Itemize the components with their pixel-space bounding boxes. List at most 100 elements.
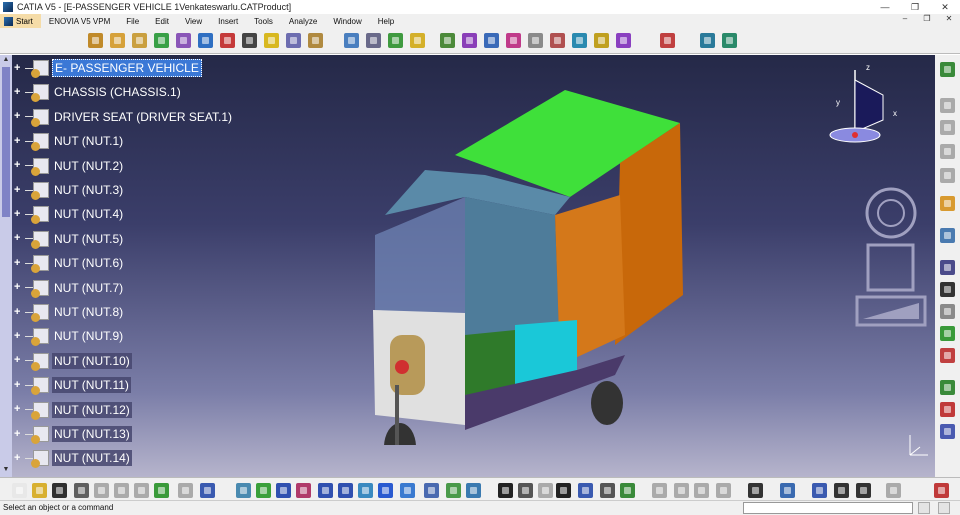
constraint-analysis-icon[interactable] [886,483,901,498]
tree-node[interactable]: + NUT (NUT.1) [14,131,125,152]
tree-node[interactable]: + NUT (NUT.13) [14,424,132,444]
e-rickshaw-model[interactable] [365,85,695,445]
coincidence-constraint-icon[interactable] [440,33,455,48]
measure-inertia-icon[interactable] [694,483,709,498]
bom-icon[interactable] [940,380,955,395]
tree-node[interactable]: + NUT (NUT.11) [14,375,131,396]
open-icon[interactable] [32,483,47,498]
zoom-out-icon[interactable] [338,483,353,498]
reuse-pattern-icon[interactable] [616,33,631,48]
tree-node[interactable]: + NUT (NUT.10) [14,351,132,371]
swap-space-icon[interactable] [466,483,481,498]
normal-view-icon[interactable] [358,483,373,498]
expand-icon[interactable]: + [14,306,23,317]
expand-icon[interactable]: + [14,208,23,219]
undo-icon[interactable] [154,483,169,498]
sectioning-icon[interactable] [834,483,849,498]
clash-icon[interactable] [410,33,425,48]
menu-start[interactable]: Start [0,14,41,28]
redo-icon[interactable] [178,483,193,498]
tree-node[interactable]: + NUT (NUT.6) [14,253,125,274]
command-button-1[interactable] [918,502,930,514]
menu-insert[interactable]: Insert [210,17,246,26]
hide-show-icon[interactable] [446,483,461,498]
existing-component-icon[interactable] [176,33,191,48]
expand-icon[interactable]: + [14,257,23,268]
measure-between-icon[interactable] [652,483,667,498]
measure-item-icon[interactable] [674,483,689,498]
scroll-thumb[interactable] [2,67,10,217]
comment-icon[interactable] [518,483,533,498]
expand-icon[interactable]: + [14,135,23,146]
contact-constraint-icon[interactable] [462,33,477,48]
cut-icon[interactable] [94,483,109,498]
catia-logo-icon[interactable] [934,483,949,498]
select-icon[interactable] [940,196,955,211]
menu-help[interactable]: Help [370,17,402,26]
print-icon[interactable] [74,483,89,498]
table-icon[interactable] [556,483,571,498]
expand-icon[interactable]: + [14,452,23,463]
tree-node[interactable]: + NUT (NUT.12) [14,400,132,420]
assembly-manager-icon[interactable] [88,33,103,48]
capture-icon[interactable] [748,483,763,498]
tree-node[interactable]: + NUT (NUT.3) [14,180,125,200]
command-input[interactable] [743,502,913,514]
menu-analyze[interactable]: Analyze [281,17,325,26]
flexible-subassembly-icon[interactable] [594,33,609,48]
manage-representations-icon[interactable] [286,33,301,48]
generate-numbering-icon[interactable] [242,33,257,48]
scroll-down-arrow[interactable]: ▼ [1,466,11,476]
publish-icon[interactable] [940,348,955,363]
snap-icon[interactable] [366,33,381,48]
zoom-in-icon[interactable] [318,483,333,498]
menu-edit[interactable]: Edit [147,17,177,26]
tree-node[interactable]: + NUT (NUT.5) [14,229,125,249]
tree-scrollbar[interactable]: ▲ ▼ [0,55,12,477]
expand-icon[interactable]: + [14,160,23,171]
pocket-icon[interactable] [940,144,955,159]
expand-icon[interactable]: + [14,428,23,439]
expand-icon[interactable]: + [14,62,23,73]
analysis-icon[interactable] [716,483,731,498]
tree-node[interactable]: + NUT (NUT.9) [14,326,125,347]
compass[interactable]: z x y [828,60,898,150]
expand-icon[interactable]: + [14,282,23,293]
tree-node[interactable]: + NUT (NUT.4) [14,204,125,225]
catalog-icon[interactable] [780,483,795,498]
expand-icon[interactable]: + [14,184,23,195]
multi-instantiation-icon[interactable] [308,33,323,48]
expand-icon[interactable]: + [14,111,23,122]
expand-icon[interactable]: + [14,233,23,244]
maximize-button[interactable]: ❐ [900,0,930,14]
distance-band-icon[interactable] [812,483,827,498]
enhanced-scene-icon[interactable] [722,33,737,48]
expand-icon[interactable]: + [14,355,23,366]
minimize-button[interactable]: — [870,0,900,14]
fly-mode-icon[interactable] [236,483,251,498]
tree-node[interactable]: + NUT (NUT.8) [14,302,125,322]
new-icon[interactable] [12,483,27,498]
paste-icon[interactable] [134,483,149,498]
new-part-icon[interactable] [154,33,169,48]
quick-constraint-icon[interactable] [572,33,587,48]
manipulation-icon[interactable] [344,33,359,48]
sectioning-right-icon[interactable] [940,260,955,275]
whats-this-icon[interactable] [200,483,215,498]
pan-icon[interactable] [276,483,291,498]
tree-node[interactable]: + DRIVER SEAT (DRIVER SEAT.1) [14,107,234,127]
command-button-2[interactable] [938,502,950,514]
annotation-icon[interactable] [940,282,955,297]
multi-view-icon[interactable] [378,483,393,498]
shading-icon[interactable] [424,483,439,498]
expand-icon[interactable]: + [14,330,23,341]
explode-icon[interactable] [388,33,403,48]
view-component-icon[interactable] [940,228,955,243]
lock-icon[interactable] [600,483,615,498]
weld-icon[interactable] [940,304,955,319]
offset-constraint-icon[interactable] [484,33,499,48]
split-icon[interactable] [940,98,955,113]
scroll-up-arrow[interactable]: ▲ [1,56,11,66]
rotate-icon[interactable] [296,483,311,498]
hole-icon[interactable] [940,120,955,135]
